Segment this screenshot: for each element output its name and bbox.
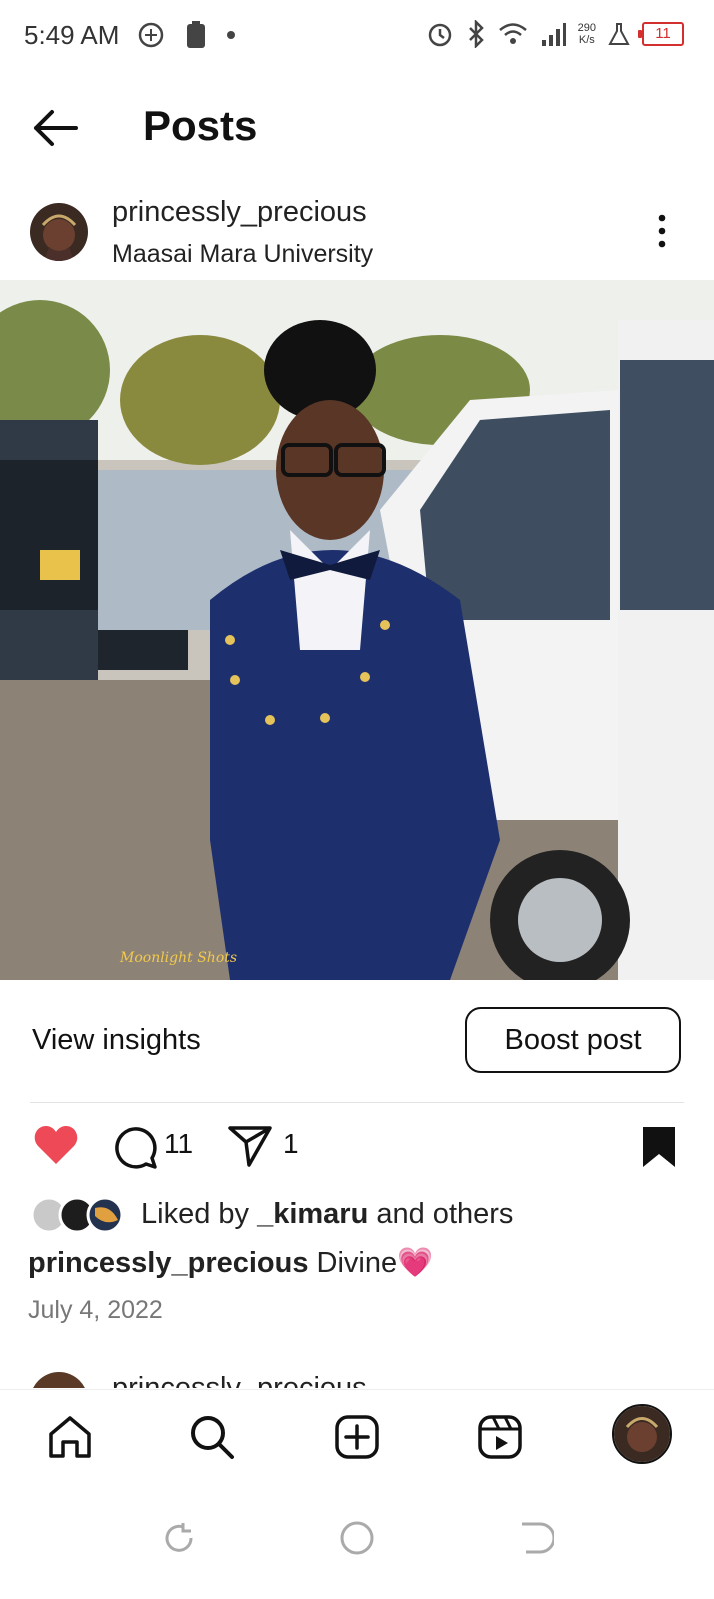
net-speed: 290 K/s	[578, 22, 596, 46]
post-date: July 4, 2022	[28, 1296, 163, 1324]
more-options-button[interactable]	[655, 214, 669, 248]
wifi-icon	[498, 23, 527, 44]
share-count: 1	[283, 1128, 299, 1159]
share-button[interactable]	[227, 1124, 273, 1168]
next-post-preview[interactable]: princessly_precious	[0, 1360, 714, 1388]
divider	[30, 1102, 684, 1103]
nav-home-button[interactable]	[45, 1412, 95, 1462]
caption-text: Divine💗	[308, 1247, 434, 1279]
battery-indicator: 11	[638, 22, 684, 46]
system-navigation	[0, 1490, 714, 1599]
back-icon	[522, 1522, 556, 1554]
status-left-icons	[136, 20, 236, 50]
post-caption: princessly_precious Divine💗	[28, 1246, 433, 1280]
create-icon	[335, 1415, 379, 1459]
boost-post-button[interactable]: Boost post	[465, 1007, 681, 1073]
bottom-navigation	[0, 1389, 714, 1490]
profile-avatar	[614, 1406, 670, 1462]
dot-icon	[227, 31, 235, 39]
post-username[interactable]: princessly_precious	[112, 196, 367, 229]
heart-filled-icon	[34, 1126, 78, 1164]
comment-icon	[115, 1127, 157, 1169]
home-icon	[49, 1416, 91, 1458]
liked-by-text[interactable]: Liked by _kimaru and others	[141, 1198, 513, 1231]
back-button[interactable]	[30, 106, 82, 150]
next-post-avatar[interactable]	[30, 1372, 88, 1388]
system-back-button[interactable]	[518, 1520, 556, 1556]
liker-avatar-stack	[30, 1196, 124, 1234]
nav-create-button[interactable]	[332, 1412, 382, 1462]
image-watermark: Moonlight Shots	[120, 950, 238, 966]
page-title: Posts	[143, 102, 258, 149]
like-button[interactable]	[33, 1124, 79, 1166]
post-image[interactable]	[0, 280, 714, 980]
home-circle-icon	[340, 1521, 374, 1555]
liked-by-user[interactable]: _kimaru	[257, 1198, 368, 1230]
net-speed-value: 290	[577, 22, 596, 34]
system-home-button[interactable]	[339, 1520, 375, 1556]
signal-icon	[541, 23, 566, 46]
alarm-icon	[428, 23, 451, 47]
post-photo	[0, 280, 714, 980]
search-icon	[191, 1416, 234, 1459]
bookmark-filled-icon	[643, 1127, 675, 1167]
liked-by-prefix: Liked by	[141, 1198, 258, 1230]
nav-profile-button[interactable]	[612, 1404, 672, 1464]
status-time: 5:49 AM	[24, 20, 120, 50]
caption-username[interactable]: princessly_precious	[28, 1247, 308, 1279]
save-button[interactable]	[640, 1124, 678, 1170]
recents-icon	[165, 1523, 193, 1552]
send-icon	[228, 1126, 272, 1167]
more-vertical-icon	[658, 214, 666, 248]
net-speed-unit: K/s	[578, 34, 595, 46]
liked-by-suffix: and others	[368, 1198, 514, 1230]
comment-button[interactable]	[112, 1124, 158, 1170]
flask-icon	[608, 23, 630, 45]
bluetooth-icon	[468, 20, 484, 48]
nav-reels-button[interactable]	[475, 1412, 525, 1462]
view-insights-link[interactable]: View insights	[32, 1024, 201, 1057]
next-post-username[interactable]: princessly_precious	[112, 1372, 367, 1388]
nav-search-button[interactable]	[187, 1412, 237, 1462]
reels-icon	[478, 1415, 522, 1459]
status-right-icons: 290 K/s 11	[426, 20, 684, 48]
avatar-image	[30, 203, 88, 261]
battery-saver-icon	[187, 21, 205, 48]
chatgpt-icon	[138, 22, 164, 48]
post-location[interactable]: Maasai Mara University	[112, 240, 373, 269]
post-author-avatar[interactable]	[30, 203, 88, 261]
arrow-left-icon	[34, 110, 78, 146]
recents-button[interactable]	[161, 1520, 197, 1556]
comment-count: 11	[164, 1128, 194, 1159]
liker-avatars[interactable]	[30, 1196, 126, 1234]
status-bar: 5:49 AM 290 K/s 11	[0, 0, 714, 72]
